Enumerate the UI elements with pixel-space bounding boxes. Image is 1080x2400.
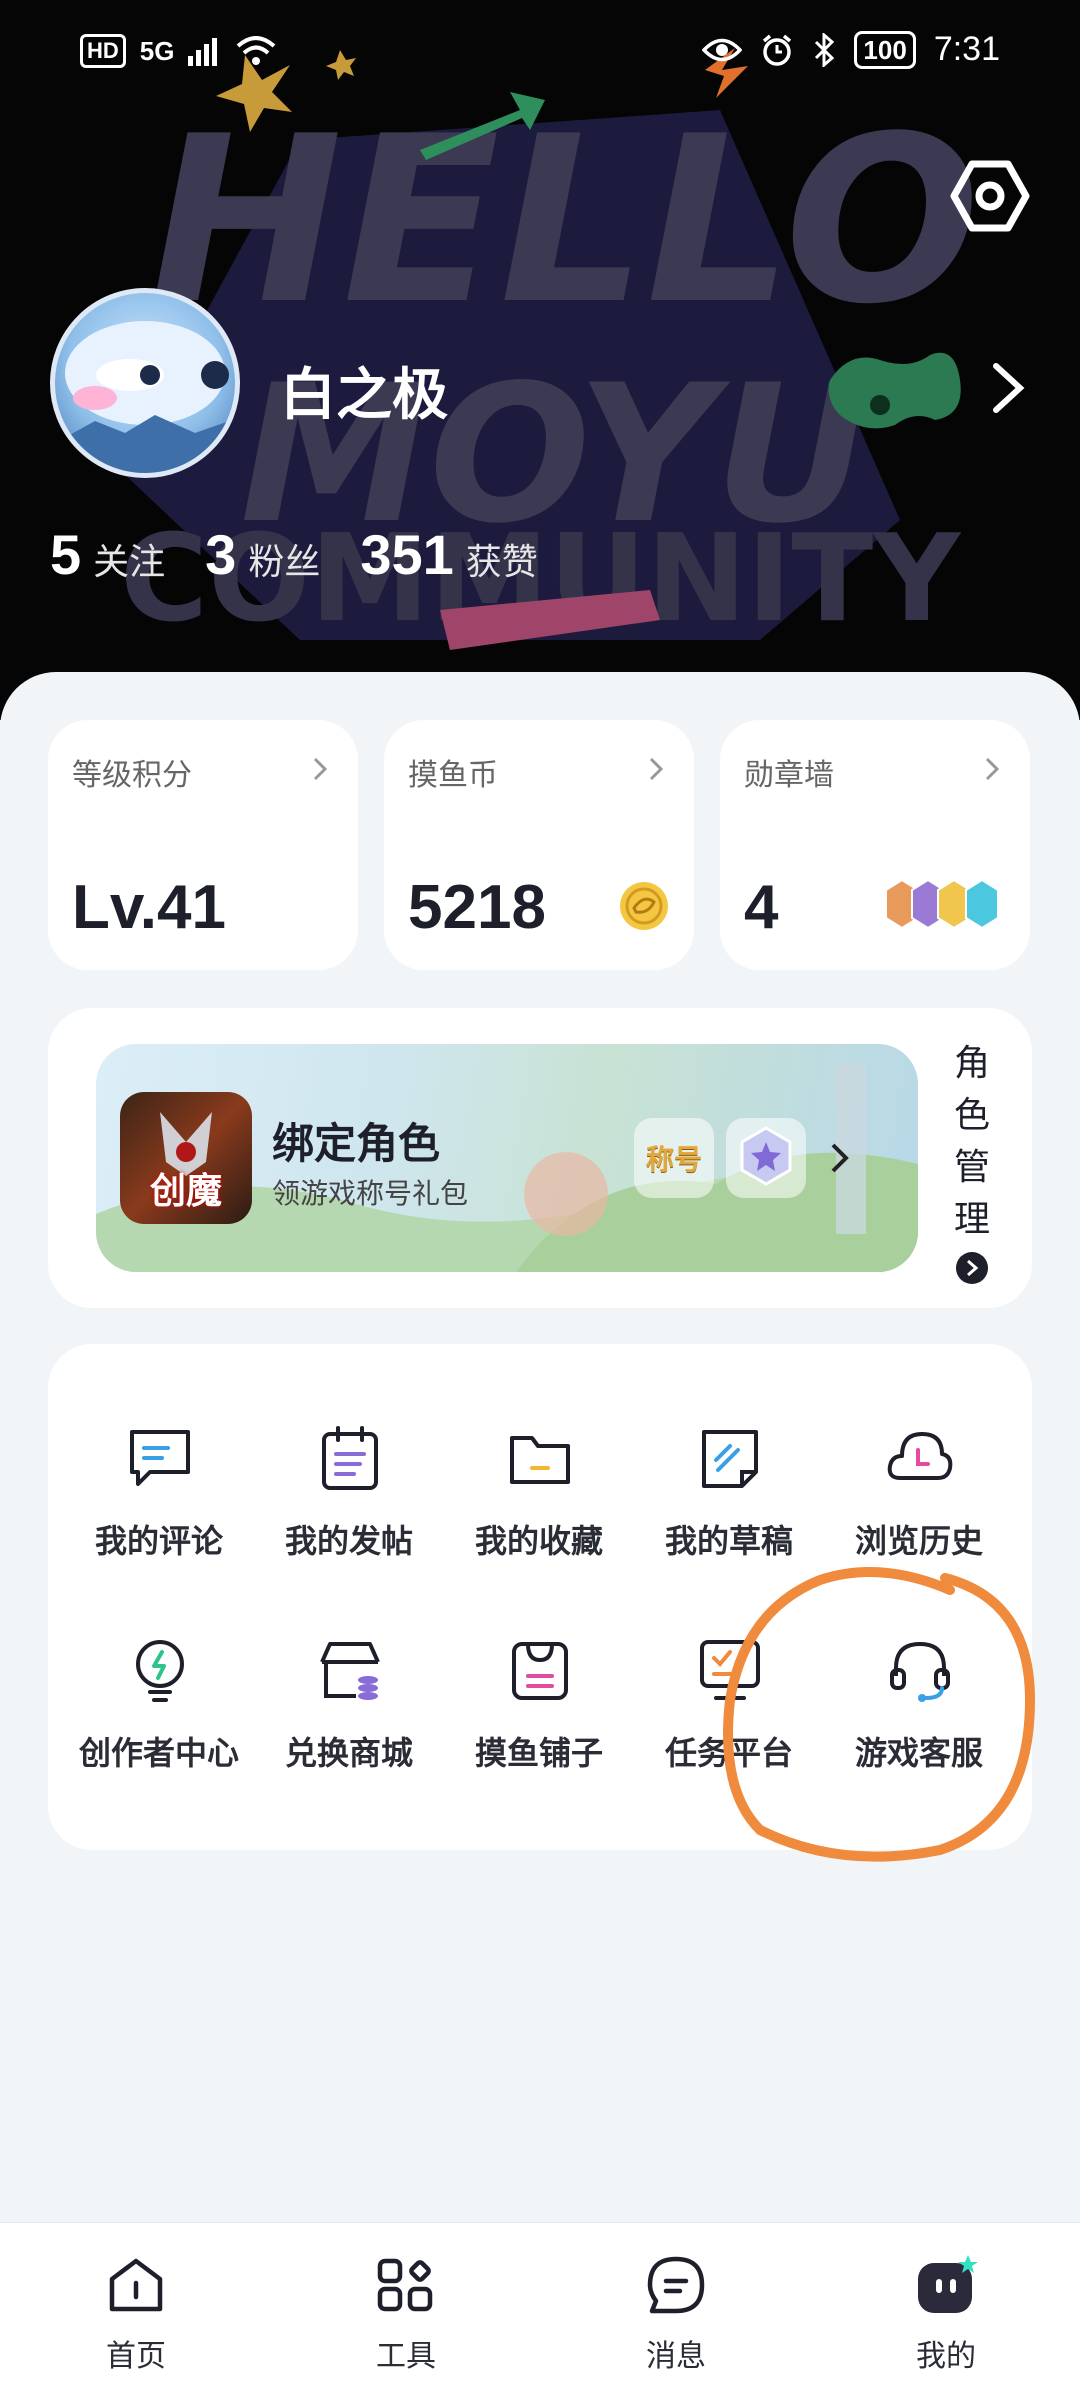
signal-label: 5G — [139, 35, 175, 66]
chevron-right-icon — [985, 757, 1000, 781]
grid-item-posts[interactable]: 我的发帖 — [254, 1424, 444, 1574]
grid-item-label: 兑换商城 — [284, 1734, 413, 1772]
bind-role-subtitle: 领游戏称号礼包 — [272, 1177, 469, 1210]
stat-number: 351 — [360, 523, 454, 586]
bind-role-card: 创魔 绑定角色 领游戏称号礼包 称号 角色管理 — [48, 1008, 1032, 1308]
stat-followers[interactable]: 3 粉丝 — [205, 522, 320, 587]
grid-item-label: 摸鱼铺子 — [474, 1734, 603, 1772]
bind-role-title: 绑定角色 — [272, 1119, 441, 1168]
medals-card[interactable]: 勋章墙 4 — [720, 720, 1030, 970]
post-icon — [322, 1426, 378, 1490]
grid-item-creator-center[interactable]: 创作者中心 — [64, 1636, 254, 1786]
stat-number: 5 — [50, 523, 82, 586]
role-management-link[interactable]: 角色管理 — [950, 1038, 994, 1246]
username[interactable]: 白之极 — [280, 350, 448, 431]
profile-stats: 5 关注 3 粉丝 351 获赞 — [50, 522, 578, 587]
stat-label: 获赞 — [465, 542, 538, 583]
avatar-image — [55, 321, 235, 473]
grid-item-exchange-store[interactable]: 兑换商城 — [254, 1636, 444, 1786]
bottom-nav: 首页 工具 消息 我的 — [0, 2222, 1080, 2400]
grid-item-label: 浏览历史 — [854, 1522, 983, 1560]
bind-role-banner[interactable]: 创魔 绑定角色 领游戏称号礼包 称号 — [96, 1044, 918, 1272]
coins-value: 5218 — [408, 873, 546, 942]
nav-label: 首页 — [106, 2339, 166, 2374]
battery-indicator: 100 — [854, 30, 916, 69]
stat-number: 3 — [205, 523, 237, 586]
nav-item-home[interactable]: 首页 — [66, 2243, 206, 2383]
feature-grid: 我的评论 我的发帖 我的收藏 我的草稿 浏览历史 创作者中心 兑换商城 摸鱼铺子… — [48, 1344, 1032, 1850]
alarm-icon — [763, 34, 792, 66]
headset-icon — [890, 1641, 950, 1702]
coins-card-title: 摸鱼币 — [408, 758, 498, 793]
title-badge-label: 称号 — [645, 1143, 702, 1176]
nav-label: 工具 — [376, 2339, 436, 2374]
signal-icon — [188, 38, 218, 66]
level-value: Lv.41 — [72, 873, 226, 942]
nav-item-me[interactable]: 我的 — [876, 2243, 1016, 2383]
nav-item-messages[interactable]: 消息 — [606, 2243, 746, 2383]
task-icon — [700, 1640, 760, 1700]
bluetooth-icon — [815, 32, 835, 67]
coins-card[interactable]: 摸鱼币 5218 — [384, 720, 694, 970]
grid-item-task-platform[interactable]: 任务平台 — [634, 1636, 824, 1786]
chevron-right-icon — [313, 757, 328, 781]
hello-bg-text: HELLO — [150, 88, 980, 355]
grid-item-label: 创作者中心 — [78, 1734, 239, 1772]
hd-indicator: HD — [80, 34, 126, 68]
nav-label: 消息 — [646, 2339, 706, 2374]
grid-item-history[interactable]: 浏览历史 — [824, 1424, 1014, 1574]
star-badge-icon — [726, 1118, 806, 1198]
grid-item-comments[interactable]: 我的评论 — [64, 1424, 254, 1574]
clock: 7:31 — [933, 30, 1000, 68]
chevron-right-icon — [649, 757, 664, 781]
grid-item-moyu-shop[interactable]: 摸鱼铺子 — [444, 1636, 634, 1786]
profile-header: HELLO MOYU COMMUNITY HD 5G 100 7:31 白之极 … — [0, 0, 1080, 720]
grid-item-game-support[interactable]: 游戏客服 — [824, 1636, 1014, 1786]
grid-item-label: 我的发帖 — [284, 1522, 413, 1560]
status-bar: HD 5G 100 7:31 — [0, 0, 1080, 110]
grid-item-favorites[interactable]: 我的收藏 — [444, 1424, 634, 1574]
medals-icon — [885, 878, 999, 930]
tools-icon — [377, 2258, 433, 2312]
bag-icon — [512, 1642, 568, 1700]
avatar[interactable] — [50, 288, 240, 478]
stat-following[interactable]: 5 关注 — [50, 522, 165, 587]
home-icon — [109, 2258, 163, 2312]
medals-value: 4 — [744, 873, 779, 942]
nav-item-tools[interactable]: 工具 — [336, 2243, 476, 2383]
title-badge: 称号 — [634, 1118, 714, 1198]
game-icon: 创魔 — [120, 1092, 252, 1224]
coin-icon — [620, 882, 668, 930]
grid-item-label: 任务平台 — [664, 1734, 793, 1772]
folder-icon — [510, 1436, 570, 1484]
stat-label: 粉丝 — [248, 542, 321, 583]
stat-label: 关注 — [93, 542, 166, 583]
wifi-icon — [237, 36, 276, 65]
medals-card-title: 勋章墙 — [744, 758, 834, 793]
game-icon-label: 创魔 — [149, 1171, 222, 1212]
grid-item-label: 游戏客服 — [854, 1734, 983, 1772]
grid-item-label: 我的收藏 — [474, 1522, 603, 1560]
message-icon — [647, 2256, 705, 2314]
level-card-title: 等级积分 — [72, 758, 192, 793]
stat-likes[interactable]: 351 获赞 — [360, 522, 537, 587]
grid-item-drafts[interactable]: 我的草稿 — [634, 1424, 824, 1574]
profile-chevron-right-icon[interactable] — [988, 358, 1028, 418]
settings-icon[interactable] — [950, 156, 1030, 236]
level-card[interactable]: 等级积分 Lv.41 — [48, 720, 358, 970]
grid-item-label: 我的评论 — [94, 1522, 223, 1560]
grid-item-label: 我的草稿 — [664, 1522, 793, 1560]
history-icon — [887, 1432, 953, 1480]
comment-icon — [130, 1430, 190, 1486]
chevron-right-icon — [831, 1143, 849, 1173]
bulb-icon — [136, 1640, 184, 1702]
draft-icon — [702, 1430, 758, 1488]
role-management-arrow-icon[interactable] — [956, 1252, 988, 1284]
me-icon — [918, 2255, 978, 2313]
store-icon — [320, 1642, 380, 1700]
eye-icon — [702, 38, 743, 61]
nav-label: 我的 — [916, 2339, 976, 2374]
